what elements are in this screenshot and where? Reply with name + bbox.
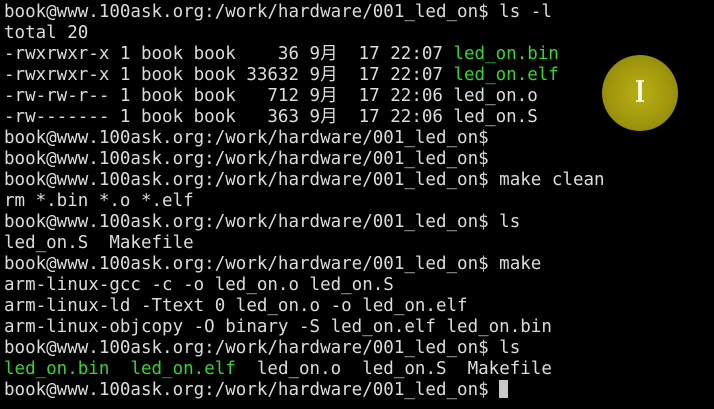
terminal-text: book@www.100ask.org:/work/hardware/001_l… <box>4 2 552 22</box>
terminal-text: total 20 <box>4 23 89 43</box>
terminal-text: arm-linux-gcc -c -o led_on.o led_on.S <box>4 275 394 295</box>
terminal-line: book@www.100ask.org:/work/hardware/001_l… <box>4 170 605 191</box>
terminal-text: -rwxrwxr-x 1 book book 36 9月 17 22:07 <box>4 44 454 64</box>
terminal-line: book@www.100ask.org:/work/hardware/001_l… <box>4 128 605 149</box>
terminal-text: book@www.100ask.org:/work/hardware/001_l… <box>4 149 489 169</box>
terminal-line: total 20 <box>4 23 605 44</box>
terminal-text: book@www.100ask.org:/work/hardware/001_l… <box>4 338 521 358</box>
terminal-text: book@www.100ask.org:/work/hardware/001_l… <box>4 170 605 190</box>
terminal-output: book@www.100ask.org:/work/hardware/001_l… <box>4 2 605 401</box>
terminal-text: rm *.bin *.o *.elf <box>4 191 194 211</box>
terminal-line: -rwxrwxr-x 1 book book 33632 9月 17 22:07… <box>4 65 605 86</box>
terminal-line: -rw------- 1 book book 363 9月 17 22:06 l… <box>4 107 605 128</box>
terminal-line: arm-linux-ld -Ttext 0 led_on.o -o led_on… <box>4 296 605 317</box>
terminal-line: -rwxrwxr-x 1 book book 36 9月 17 22:07 le… <box>4 44 605 65</box>
terminal-line: -rw-rw-r-- 1 book book 712 9月 17 22:06 l… <box>4 86 605 107</box>
terminal-line: book@www.100ask.org:/work/hardware/001_l… <box>4 2 605 23</box>
terminal-text: book@www.100ask.org:/work/hardware/001_l… <box>4 380 500 400</box>
terminal-text: book@www.100ask.org:/work/hardware/001_l… <box>4 254 542 274</box>
terminal-text: led_on.S Makefile <box>4 233 194 253</box>
terminal-line: book@www.100ask.org:/work/hardware/001_l… <box>4 380 605 401</box>
terminal-text: -rwxrwxr-x 1 book book 33632 9月 17 22:07 <box>4 65 454 85</box>
ibeam-cursor-icon <box>636 80 644 102</box>
terminal-text: book@www.100ask.org:/work/hardware/001_l… <box>4 128 489 148</box>
executable-filename: led_on.bin <box>453 44 559 64</box>
terminal-line: led_on.S Makefile <box>4 233 605 254</box>
terminal-line: led_on.bin led_on.elf led_on.o led_on.S … <box>4 359 605 380</box>
terminal-text: arm-linux-objcopy -O binary -S led_on.el… <box>4 317 552 337</box>
terminal-line: book@www.100ask.org:/work/hardware/001_l… <box>4 338 605 359</box>
terminal-line: rm *.bin *.o *.elf <box>4 191 605 212</box>
terminal-text: -rw-rw-r-- 1 book book 712 9月 17 22:06 l… <box>4 86 538 106</box>
executable-filename: led_on.elf <box>130 359 236 379</box>
terminal-line: book@www.100ask.org:/work/hardware/001_l… <box>4 254 605 275</box>
terminal-text: arm-linux-ld -Ttext 0 led_on.o -o led_on… <box>4 296 468 316</box>
terminal-line: book@www.100ask.org:/work/hardware/001_l… <box>4 212 605 233</box>
terminal-line: book@www.100ask.org:/work/hardware/001_l… <box>4 149 605 170</box>
terminal-text: -rw------- 1 book book 363 9月 17 22:06 l… <box>4 107 538 127</box>
terminal-line: arm-linux-objcopy -O binary -S led_on.el… <box>4 317 605 338</box>
text-cursor <box>499 380 509 398</box>
terminal-line: arm-linux-gcc -c -o led_on.o led_on.S <box>4 275 605 296</box>
executable-filename: led_on.elf <box>453 65 559 85</box>
terminal-text: book@www.100ask.org:/work/hardware/001_l… <box>4 212 521 232</box>
executable-filename: led_on.bin <box>4 359 110 379</box>
terminal-text: led_on.o led_on.S Makefile <box>235 359 552 379</box>
terminal-window[interactable]: book@www.100ask.org:/work/hardware/001_l… <box>0 0 714 409</box>
